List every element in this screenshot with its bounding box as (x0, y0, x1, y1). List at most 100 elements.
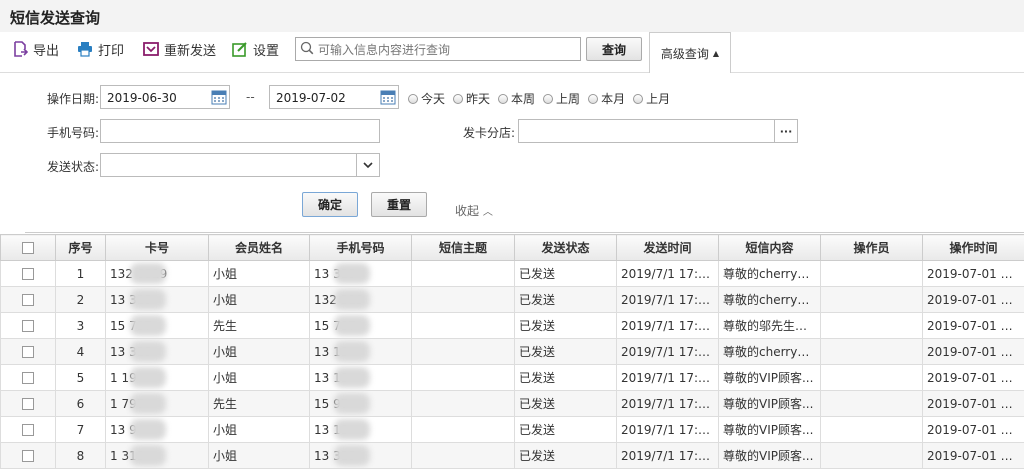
cell-status: 已发送 (515, 261, 617, 287)
table-row[interactable]: 713 9小姐13 19已发送2019/7/1 17:37...尊敬的VIP顾客… (1, 417, 1024, 443)
settings-label: 设置 (253, 40, 279, 59)
table-row[interactable]: 1132 6319小姐13 319已发送2019/7/1 17:55...尊敬的… (1, 261, 1024, 287)
cell-op (821, 287, 923, 313)
radio-this-month[interactable]: 本月 (588, 90, 625, 107)
table-row[interactable]: 413 319小姐13 19已发送2019/7/1 17:39...尊敬的che… (1, 339, 1024, 365)
collapse-label: 收起 (455, 204, 479, 218)
status-select[interactable] (100, 153, 380, 177)
cell-phone: 15 97 (310, 391, 412, 417)
chevron-down-icon[interactable] (356, 154, 379, 176)
resend-label: 重新发送 (164, 40, 216, 59)
column-header[interactable]: 序号 (56, 235, 106, 261)
reset-button[interactable]: 重置 (371, 192, 427, 217)
row-checkbox-cell[interactable] (1, 313, 56, 339)
phone-input[interactable] (105, 123, 377, 141)
store-input[interactable] (523, 123, 772, 141)
radio-today[interactable]: 今天 (408, 90, 445, 107)
table-row[interactable]: 81 319小姐13 319已发送2019/7/1 17:33...尊敬的VIP… (1, 443, 1024, 469)
column-header[interactable]: 手机号码 (310, 235, 412, 261)
row-checkbox[interactable] (22, 424, 34, 436)
row-checkbox-cell[interactable] (1, 365, 56, 391)
print-button[interactable]: 打印 (77, 40, 124, 58)
resend-button[interactable]: 重新发送 (143, 40, 216, 58)
calendar-icon[interactable] (211, 89, 227, 105)
row-checkbox-cell[interactable] (1, 443, 56, 469)
cell-phone: 13 319 (310, 261, 412, 287)
column-header[interactable]: 操作员 (821, 235, 923, 261)
table-row[interactable]: 61 797先生15 97已发送2019/7/1 17:37...尊敬的VIP顾… (1, 391, 1024, 417)
phone-field[interactable] (100, 119, 380, 143)
confirm-button[interactable]: 确定 (302, 192, 358, 217)
cell-op (821, 313, 923, 339)
printer-icon (77, 41, 93, 57)
cell-phone: 13 19 (310, 417, 412, 443)
column-header[interactable]: 会员姓名 (209, 235, 310, 261)
cell-name: 小姐 (209, 287, 310, 313)
date-label: 操作日期: (47, 90, 99, 107)
cell-no: 2 (56, 287, 106, 313)
calendar-icon[interactable] (380, 89, 396, 105)
cell-topic (412, 417, 515, 443)
table-row[interactable]: 213 319小姐132 319已发送2019/7/1 17:45...尊敬的c… (1, 287, 1024, 313)
row-checkbox[interactable] (22, 320, 34, 332)
date-to-field[interactable] (269, 85, 399, 109)
cell-sent: 2019/7/1 17:37... (617, 417, 719, 443)
export-button[interactable]: 导出 (12, 40, 59, 58)
row-checkbox-cell[interactable] (1, 261, 56, 287)
store-field[interactable]: ··· (518, 119, 798, 143)
radio-last-month[interactable]: 上月 (633, 90, 670, 107)
column-header[interactable]: 操作时间 (923, 235, 1024, 261)
search-icon (300, 41, 314, 58)
search-input[interactable] (316, 40, 580, 60)
row-checkbox[interactable] (22, 450, 34, 462)
row-checkbox[interactable] (22, 294, 34, 306)
column-header[interactable]: 卡号 (106, 235, 209, 261)
cell-optime: 2019-07-01 17:... (923, 287, 1024, 313)
row-checkbox-cell[interactable] (1, 391, 56, 417)
date-from-field[interactable] (100, 85, 230, 109)
row-checkbox-cell[interactable] (1, 417, 56, 443)
status-input[interactable] (105, 157, 354, 175)
more-icon[interactable]: ··· (774, 120, 797, 142)
column-header[interactable]: 发送状态 (515, 235, 617, 261)
row-checkbox[interactable] (22, 372, 34, 384)
table-row[interactable]: 51 19小姐13 19已发送2019/7/1 17:38...尊敬的VIP顾客… (1, 365, 1024, 391)
radio-circle (453, 94, 463, 104)
cell-name: 小姐 (209, 443, 310, 469)
radio-this-week[interactable]: 本周 (498, 90, 535, 107)
page-title: 短信发送查询 (10, 7, 100, 28)
advanced-query-tab[interactable]: 高级查询 ▲ (649, 32, 731, 73)
radio-label: 上周 (556, 90, 580, 107)
table-row[interactable]: 315 797先生15 797已发送2019/7/1 17:40...尊敬的邬先… (1, 313, 1024, 339)
cell-card: 13 9 (106, 417, 209, 443)
radio-label: 今天 (421, 90, 445, 107)
cell-content: 尊敬的邬先生客... (719, 313, 821, 339)
cell-card: 13 319 (106, 339, 209, 365)
radio-yesterday[interactable]: 昨天 (453, 90, 490, 107)
cell-content: 尊敬的VIP顾客... (719, 365, 821, 391)
row-checkbox[interactable] (22, 268, 34, 280)
row-checkbox-cell[interactable] (1, 287, 56, 313)
select-all-header[interactable] (1, 235, 56, 261)
cell-card: 15 797 (106, 313, 209, 339)
cell-op (821, 339, 923, 365)
cell-status: 已发送 (515, 417, 617, 443)
column-header[interactable]: 短信主题 (412, 235, 515, 261)
settings-button[interactable]: 设置 (232, 40, 279, 58)
query-button[interactable]: 查询 (586, 37, 642, 61)
caret-up-icon: ▲ (713, 49, 719, 58)
row-checkbox[interactable] (22, 398, 34, 410)
date-to-input[interactable] (274, 89, 378, 107)
cell-status: 已发送 (515, 391, 617, 417)
date-from-input[interactable] (105, 89, 209, 107)
cell-phone: 13 319 (310, 443, 412, 469)
quick-range-group: 今天 昨天 本周 上周 本月 上月 (408, 90, 678, 107)
radio-last-week[interactable]: 上周 (543, 90, 580, 107)
row-checkbox[interactable] (22, 346, 34, 358)
collapse-link[interactable]: 收起 ︿ (455, 202, 493, 219)
column-header[interactable]: 短信内容 (719, 235, 821, 261)
row-checkbox-cell[interactable] (1, 339, 56, 365)
cell-name: 小姐 (209, 365, 310, 391)
column-header[interactable]: 发送时间 (617, 235, 719, 261)
select-all-checkbox[interactable] (22, 242, 34, 254)
